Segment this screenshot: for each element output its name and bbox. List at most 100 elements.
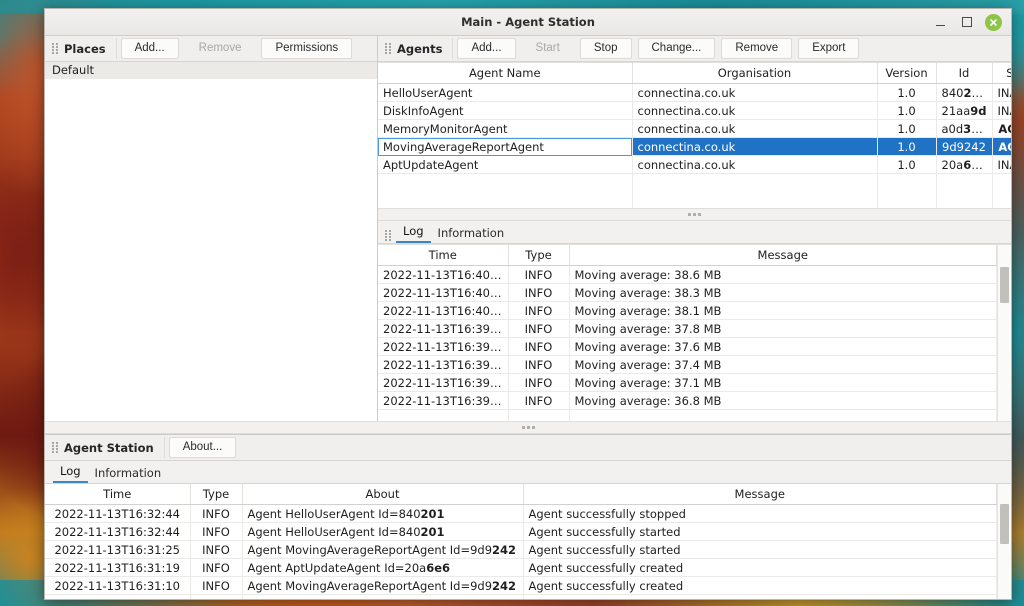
agent-log-table[interactable]: Time Type Message 2022-11-13T16:40:25 INF…	[378, 245, 997, 421]
cell-agent-name: AptUpdateAgent	[378, 155, 633, 174]
cell-about: Agent MovingAverageReportAgent Id=9d9242	[242, 576, 524, 595]
table-row[interactable]: 2022-11-13T16:32:44 INFO Agent HelloUserAg…	[45, 522, 997, 541]
table-row[interactable]: 2022-11-13T16:40:25 INFO Moving average: 3…	[378, 265, 997, 284]
station-log-table[interactable]: Time Type About Message 2022-11-13T16:32…	[45, 484, 997, 599]
drag-handle-icon[interactable]	[383, 228, 392, 243]
places-permissions-button[interactable]: Permissions	[261, 38, 353, 59]
cell-message: Agent successfully started	[523, 540, 997, 559]
tab-information[interactable]: Information	[88, 466, 169, 483]
agents-add-button[interactable]: Add...	[457, 38, 516, 59]
scrollbar-thumb[interactable]	[1000, 267, 1009, 303]
cell-type: INFO	[190, 576, 243, 595]
agent-log-scrollbar[interactable]	[997, 245, 1011, 421]
table-row[interactable]: AptUpdateAgent connectina.co.uk 1.0 20a6e6 I…	[378, 155, 1011, 174]
cell-version: 1.0	[877, 83, 937, 102]
column-header-time[interactable]: Time	[45, 484, 191, 505]
table-row[interactable]: 2022-11-13T16:30:59INFOAgent MemoryMonit…	[45, 594, 997, 599]
column-header-organisation[interactable]: Organisation	[632, 63, 878, 84]
column-header-message[interactable]: Message	[569, 245, 997, 266]
cell-empty	[632, 191, 878, 208]
column-header-agent-name[interactable]: Agent Name	[378, 63, 633, 84]
list-item[interactable]: Default	[45, 62, 377, 79]
column-header-message[interactable]: Message	[523, 484, 997, 505]
cell-type: INFO	[190, 558, 243, 577]
column-header-state[interactable]: State	[992, 63, 1011, 84]
tab-log[interactable]: Log	[396, 224, 431, 243]
cell-state: ACTIVE	[992, 119, 1011, 138]
cell-time: 2022-11-13T16:32:44	[45, 504, 191, 523]
table-row[interactable]: 2022-11-13T16:39:15 INFO Moving average: 3…	[378, 391, 997, 410]
cell-empty	[877, 173, 937, 191]
cell-type: INFO	[190, 504, 243, 523]
table-row[interactable]: 2022-11-13T16:40:15 INFO Moving average: 3…	[378, 283, 997, 302]
window-controls	[933, 13, 1011, 31]
horizontal-splitter[interactable]	[378, 208, 1011, 221]
agents-export-button[interactable]: Export	[798, 38, 860, 59]
agents-toolbar: Agents Add... Start Stop Change... Remov…	[378, 36, 1011, 62]
minimize-icon[interactable]	[933, 15, 948, 30]
column-header-time[interactable]: Time	[378, 245, 509, 266]
table-row[interactable]: 2022-11-13T16:40:05 INFO Moving average: 3…	[378, 301, 997, 320]
agents-stop-button[interactable]: Stop	[579, 38, 632, 59]
agent-log-table-container: Time Type Message 2022-11-13T16:40:25 INF…	[378, 244, 1011, 421]
cell-message: Moving average: 37.1 MB	[569, 373, 997, 392]
close-icon[interactable]	[985, 13, 1002, 31]
cell-empty	[632, 173, 878, 191]
column-header-type[interactable]: Type	[508, 245, 570, 266]
agents-table-container: Agent Name Organisation Version Id State…	[378, 62, 1011, 208]
table-row[interactable]: 2022-11-13T16:31:19 INFO Agent AptUpdateAg…	[45, 558, 997, 577]
table-row[interactable]: 2022-11-13T16:39:35 INFO Moving average: 3…	[378, 355, 997, 374]
table-row[interactable]: 2022-11-13T16:39:25 INFO Moving average: 3…	[378, 373, 997, 392]
agents-start-button[interactable]: Start	[522, 38, 574, 59]
cell-empty	[569, 409, 997, 421]
tab-log[interactable]: Log	[53, 464, 88, 483]
column-header-type[interactable]: Type	[190, 484, 243, 505]
places-list[interactable]: Default	[45, 62, 377, 421]
agents-remove-button[interactable]: Remove	[721, 38, 793, 59]
table-row[interactable]: DiskInfoAgent connectina.co.uk 1.0 21aa9d IN…	[378, 101, 1011, 120]
agents-change-button[interactable]: Change...	[637, 38, 716, 59]
column-header-about[interactable]: About	[242, 484, 524, 505]
column-header-id[interactable]: Id	[936, 63, 993, 84]
drag-handle-icon[interactable]	[50, 41, 59, 56]
table-row[interactable]: MemoryMonitorAgent connectina.co.uk 1.0 a0d…	[378, 119, 1011, 138]
agents-table[interactable]: Agent Name Organisation Version Id State…	[378, 63, 1011, 208]
table-row[interactable]: HelloUserAgent connectina.co.uk 1.0 840201 I…	[378, 83, 1011, 102]
station-title: Agent Station	[64, 440, 154, 455]
main-horizontal-splitter[interactable]	[45, 421, 1011, 434]
toolbar-divider	[115, 38, 117, 59]
cell-message: Agent successfully started	[523, 522, 997, 541]
places-title: Places	[64, 41, 106, 56]
cell-message: Moving average: 36.8 MB	[569, 391, 997, 410]
places-remove-button[interactable]: Remove	[185, 38, 256, 59]
station-about-button[interactable]: About...	[168, 437, 237, 458]
cell-empty	[936, 173, 993, 191]
scrollbar-thumb[interactable]	[1000, 504, 1009, 544]
table-row[interactable]: MovingAverageReportAgent connectina.co.uk…	[378, 137, 1011, 156]
table-row[interactable]: 2022-11-13T16:31:25 INFO Agent MovingAvera…	[45, 540, 997, 559]
maximize-icon[interactable]	[959, 15, 974, 30]
cell-time: 2022-11-13T16:31:19	[45, 558, 191, 577]
cell-empty	[378, 191, 633, 208]
tab-information[interactable]: Information	[431, 226, 512, 243]
cell-empty	[992, 173, 1011, 191]
table-row[interactable]: 2022-11-13T16:39:45 INFO Moving average: 3…	[378, 337, 997, 356]
cell-empty	[877, 191, 937, 208]
table-row[interactable]: 2022-11-13T16:39:55 INFO Moving average: 3…	[378, 319, 997, 338]
places-add-button[interactable]: Add...	[120, 38, 179, 59]
drag-handle-icon[interactable]	[383, 41, 392, 56]
cell-type: INFO	[508, 391, 570, 410]
station-log-scrollbar[interactable]	[997, 484, 1011, 599]
column-header-version[interactable]: Version	[877, 63, 937, 84]
table-header-row: Time Type About Message	[45, 484, 997, 505]
table-header-row: Time Type Message	[378, 245, 997, 266]
cell-time: 2022-11-13T16:40:05	[378, 301, 509, 320]
cell-time: 2022-11-13T16:39:45	[378, 337, 509, 356]
cell-organisation: connectina.co.uk	[632, 101, 878, 120]
table-row[interactable]: 2022-11-13T16:32:44 INFO Agent HelloUserAg…	[45, 504, 997, 523]
drag-handle-icon[interactable]	[50, 440, 59, 455]
agents-title: Agents	[397, 41, 443, 56]
cell-empty	[992, 191, 1011, 208]
places-toolbar: Places Add... Remove Permissions	[45, 36, 377, 62]
table-row[interactable]: 2022-11-13T16:31:10 INFO Agent MovingAvera…	[45, 576, 997, 595]
